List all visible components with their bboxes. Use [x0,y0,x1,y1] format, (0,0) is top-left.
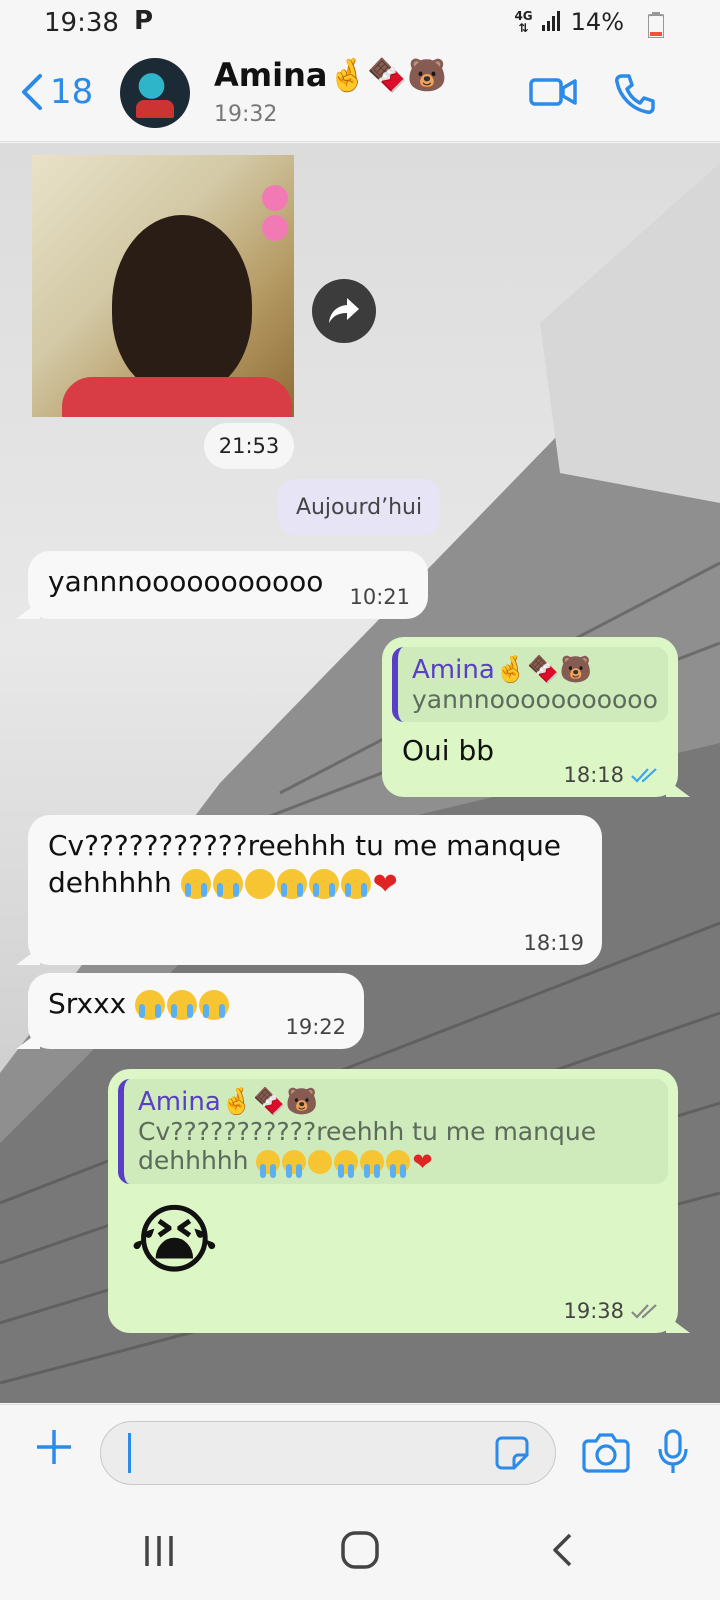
message-text-line2: dehhhhh [48,866,172,899]
status-time: 19:38 [44,8,119,38]
quote-author: Amina🤞🍫🐻 [412,655,592,685]
heart-emoji-icon: ❤ [372,866,398,902]
last-seen: 19:32 [214,102,278,127]
quote-text-line2: dehhhhh [138,1146,249,1175]
message-text: yannnooooooooooo [48,565,324,598]
sticker-icon[interactable] [494,1435,530,1471]
pleading-emoji-icon [308,1150,333,1174]
system-nav-bar [0,1500,720,1600]
photo-subject [112,215,252,395]
signal-icon [541,11,563,33]
crying-emoji-icon [167,990,198,1020]
read-receipt-icon [631,768,657,783]
quoted-message[interactable]: Amina🤞🍫🐻 yannnooooooooooo [392,647,668,722]
forward-button[interactable] [312,279,376,343]
camera-icon[interactable] [582,1431,630,1473]
home-icon[interactable] [340,1530,380,1570]
message-bubble-incoming[interactable]: yannnooooooooooo 10:21 [16,551,428,619]
message-time: 19:22 [285,1015,346,1039]
quote-author: Amina🤞🍫🐻 [138,1087,318,1117]
recent-apps-icon[interactable] [142,1534,176,1568]
phone-icon[interactable] [612,72,656,116]
video-call-icon[interactable] [528,72,578,112]
plus-icon[interactable] [34,1427,74,1467]
quote-text-line1: Cv???????????reehhh tu me manque [138,1117,597,1146]
message-input[interactable] [100,1421,556,1485]
crying-emoji-icon [180,869,211,899]
crying-emoji-icon [386,1150,411,1178]
crying-emoji-icon [340,869,371,899]
forward-arrow-icon [329,298,359,323]
system-back-icon[interactable] [550,1532,574,1568]
back-button[interactable]: 18 [18,72,93,112]
crying-emoji-icon [212,869,243,899]
battery-icon [648,12,664,38]
message-text-line1: Cv???????????reehhh tu me manque [48,829,562,862]
delivered-receipt-icon [631,1304,657,1319]
quote-text: yannnooooooooooo [412,685,658,714]
chat-header: 18 Amina🤞🍫🐻 19:32 [0,50,720,142]
message-time: 10:21 [349,585,410,609]
message-time: 19:38 [563,1299,624,1323]
message-text: Srxxx [48,987,127,1020]
unread-count: 18 [50,72,94,112]
status-bar: 19:38 P 4G ⇅ 14% [0,0,720,50]
message-bubble-incoming[interactable]: Cv???????????reehhh tu me manque dehhhhh… [16,815,602,965]
back-chevron-icon [22,74,42,110]
message-time: 18:18 [563,763,624,787]
message-text: Oui bb [402,734,495,767]
notification-icon: P [134,6,154,36]
text-caret [128,1433,131,1473]
network-type: 4G ⇅ [514,9,533,35]
status-icons: 4G ⇅ 14% [514,8,624,36]
crying-emoji-icon [276,869,307,899]
microphone-icon[interactable] [656,1429,690,1475]
message-bubble-outgoing[interactable]: Amina🤞🍫🐻 yannnooooooooooo Oui bb 18:18 [382,637,690,797]
crying-emoji-icon [199,990,230,1020]
crying-emoji-icon [256,1150,281,1178]
message-composer [0,1404,720,1500]
crying-emoji-icon [308,869,339,899]
chat-area[interactable]: 21:53 Aujourd’hui yannnooooooooooo 10:21… [0,143,720,1403]
message-time: 18:19 [523,931,584,955]
message-text: 😭 [130,1195,219,1284]
photo-decoration [262,185,288,211]
crying-emoji-icon [360,1150,385,1178]
message-bubble-outgoing[interactable]: Amina🤞🍫🐻 Cv???????????reehhh tu me manqu… [108,1069,690,1333]
media-time: 21:53 [204,423,294,469]
message-bubble-incoming[interactable]: Srxxx 19:22 [16,973,364,1049]
photo-subject-shirt [62,377,292,417]
battery-level: 14% [570,8,624,36]
pleading-emoji-icon [244,869,275,899]
heart-emoji-icon: ❤ [412,1148,433,1176]
avatar[interactable] [120,58,190,128]
crying-emoji-icon [135,990,166,1020]
crying-emoji-icon [282,1150,307,1178]
media-thumbnail[interactable] [32,155,294,417]
contact-name[interactable]: Amina🤞🍫🐻 [214,56,447,94]
quoted-message[interactable]: Amina🤞🍫🐻 Cv???????????reehhh tu me manqu… [118,1079,668,1184]
crying-emoji-icon [334,1150,359,1178]
date-separator: Aujourd’hui [278,479,440,535]
